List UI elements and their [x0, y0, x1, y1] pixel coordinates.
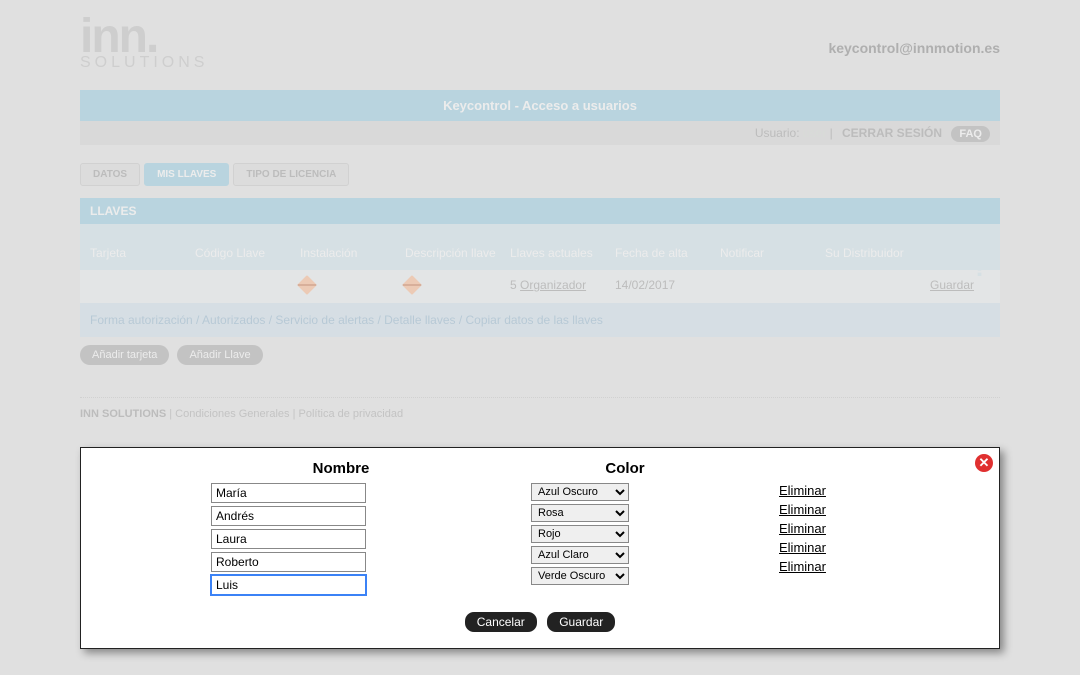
footer-cond[interactable]: Condiciones Generales — [175, 408, 289, 420]
add-key-button[interactable]: Añadir Llave — [177, 345, 262, 365]
tabs: DATOS MIS LLAVES TIPO DE LICENCIA — [80, 163, 1000, 186]
tab-mis-llaves[interactable]: MIS LLAVES — [144, 163, 229, 186]
action-buttons: Añadir tarjeta Añadir Llave — [80, 337, 1000, 383]
td-distribuidor — [825, 278, 930, 295]
th-descripcion: Descripción llave — [405, 246, 510, 260]
td-notificar — [720, 278, 825, 295]
footer-brand: INN SOLUTIONS — [80, 408, 166, 420]
table-row: 5 Organizador 14/02/2017 Guardar — [80, 270, 1000, 303]
section-title: LLAVES — [80, 198, 1000, 224]
th-fecha: Fecha de alta — [615, 246, 720, 260]
modal-actions: Cancelar Guardar — [101, 612, 979, 632]
faq-badge[interactable]: FAQ — [951, 126, 990, 142]
color-select-1[interactable]: Rosa — [531, 504, 629, 522]
pencil-icon — [402, 275, 422, 295]
eliminar-link-3[interactable]: Eliminar — [779, 540, 979, 555]
footer-priv[interactable]: Política de privacidad — [299, 408, 404, 420]
th-notificar: Notificar — [720, 246, 825, 260]
title-bar: Keycontrol - Acceso a usuarios — [80, 90, 1000, 121]
nombre-input-3[interactable] — [211, 552, 366, 572]
eliminar-link-4[interactable]: Eliminar — [779, 559, 979, 574]
organizador-link[interactable]: Organizador — [520, 278, 586, 292]
logo-main: inn. — [80, 15, 208, 58]
header: inn. SOLUTIONS keycontrol@innmotion.es — [80, 15, 1000, 72]
user-name: user — [803, 126, 826, 140]
td-tarjeta — [90, 278, 195, 295]
tab-datos[interactable]: DATOS — [80, 163, 140, 186]
nombre-input-0[interactable] — [211, 483, 366, 503]
color-select-4[interactable]: Verde Oscuro — [531, 567, 629, 585]
th-tarjeta: Tarjeta — [90, 246, 195, 260]
contact-email: keycontrol@innmotion.es — [828, 40, 1000, 56]
nombre-input-1[interactable] — [211, 506, 366, 526]
td-descripcion[interactable] — [405, 278, 510, 295]
col-eliminar: Eliminar Eliminar Eliminar Eliminar Elim… — [779, 460, 979, 598]
color-select-2[interactable]: Rojo — [531, 525, 629, 543]
organizer-modal: ✕ Nombre Color Azul Oscuro Rosa Rojo Azu… — [80, 447, 1000, 649]
color-select-0[interactable]: Azul Oscuro — [531, 483, 629, 501]
cancel-button[interactable]: Cancelar — [465, 612, 537, 632]
th-distribuidor: Su Distribuidor — [825, 246, 930, 260]
logo-sub: SOLUTIONS — [80, 54, 208, 72]
col-nombre: Nombre — [211, 460, 471, 598]
tab-tipo-licencia[interactable]: TIPO DE LICENCIA — [233, 163, 349, 186]
logout-link[interactable]: CERRAR SESIÓN — [842, 126, 942, 140]
footer: INN SOLUTIONS | Condiciones Generales | … — [80, 397, 1000, 420]
th-codigo: Código Llave — [195, 246, 300, 260]
link-row[interactable]: Forma autorización / Autorizados / Servi… — [80, 303, 1000, 337]
th-actuales: Llaves actuales — [510, 246, 615, 260]
add-card-button[interactable]: Añadir tarjeta — [80, 345, 169, 365]
eliminar-link-1[interactable]: Eliminar — [779, 502, 979, 517]
color-select-3[interactable]: Azul Claro — [531, 546, 629, 564]
head-color: Color — [531, 460, 719, 477]
logo: inn. SOLUTIONS — [80, 15, 208, 72]
head-nombre: Nombre — [211, 460, 471, 477]
td-fecha: 14/02/2017 — [615, 278, 720, 295]
eliminar-link-2[interactable]: Eliminar — [779, 521, 979, 536]
keys-table: ? Tarjeta Código Llave Instalación Descr… — [80, 224, 1000, 337]
help-icon[interactable]: ? — [972, 252, 988, 283]
th-instalacion: Instalación — [300, 246, 405, 260]
nombre-input-4[interactable] — [211, 575, 366, 595]
td-codigo — [195, 278, 300, 295]
td-actuales: 5 Organizador — [510, 278, 615, 295]
head-blank — [779, 460, 979, 477]
sep: | — [830, 126, 836, 140]
table-header: Tarjeta Código Llave Instalación Descrip… — [80, 224, 1000, 270]
guardar-link[interactable]: Guardar — [930, 278, 974, 292]
col-color: Color Azul Oscuro Rosa Rojo Azul Claro V… — [531, 460, 719, 598]
pencil-icon — [297, 275, 317, 295]
eliminar-link-0[interactable]: Eliminar — [779, 483, 979, 498]
actuales-count: 5 — [510, 278, 517, 292]
nombre-input-2[interactable] — [211, 529, 366, 549]
close-icon[interactable]: ✕ — [975, 454, 993, 472]
user-prefix: Usuario: — [755, 126, 800, 140]
td-instalacion[interactable] — [300, 278, 405, 295]
save-button[interactable]: Guardar — [547, 612, 615, 632]
user-bar: Usuario: user | CERRAR SESIÓN FAQ — [80, 121, 1000, 145]
